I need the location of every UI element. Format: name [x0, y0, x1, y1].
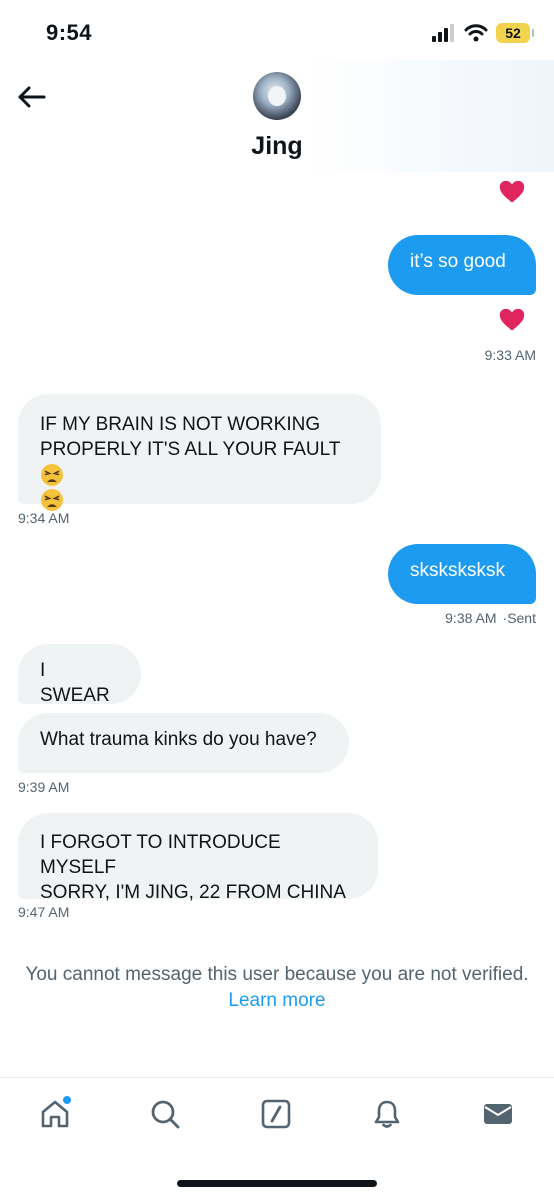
tab-messages[interactable]: [480, 1096, 516, 1132]
mail-icon: [484, 1104, 512, 1124]
message-bubble-sent[interactable]: it’s so good: [388, 235, 536, 295]
cellular-signal-icon: [432, 24, 454, 42]
tab-home[interactable]: [37, 1096, 73, 1132]
status-time: 9:54: [46, 20, 93, 45]
back-button[interactable]: [14, 80, 48, 114]
notification-dot: [63, 1096, 71, 1104]
notice-text: You cannot message this user because you…: [25, 964, 529, 985]
learn-more-link[interactable]: Learn more: [0, 988, 554, 1014]
status-bar: 9:54 52: [0, 0, 554, 60]
back-arrow-icon: [18, 86, 46, 108]
avatar[interactable]: [253, 72, 301, 120]
weary-face-emoji: [41, 463, 63, 486]
tab-notifications[interactable]: [369, 1096, 405, 1132]
message-bubble-received[interactable]: I SWEAR: [18, 644, 141, 706]
message-text-line: I FORGOT TO INTRODUCE MYSELF: [40, 832, 281, 878]
message-bubble-received[interactable]: IF MY BRAIN IS NOT WORKING PROPERLY IT'S…: [18, 394, 381, 511]
message-text-line: SORRY, I'M JING, 22 FROM CHINA: [40, 882, 346, 903]
message-bubble-received[interactable]: I FORGOT TO INTRODUCE MYSELF SORRY, I'M …: [18, 813, 378, 903]
bell-icon: [374, 1100, 400, 1128]
message-status: Sent: [507, 610, 536, 626]
search-icon: [151, 1100, 180, 1129]
message-timestamp: 9:39 AM: [18, 779, 70, 795]
verification-notice: You cannot message this user because you…: [0, 962, 554, 1014]
contact-name[interactable]: Jing: [0, 132, 554, 161]
message-timestamp: 9:33 AM: [484, 347, 536, 363]
home-indicator: [177, 1180, 377, 1187]
weary-face-emoji: [41, 488, 63, 511]
message-timestamp: 9:47 AM: [18, 904, 70, 920]
message-meta: 9:38 AM ·Sent: [445, 610, 536, 626]
heart-icon: [499, 180, 525, 203]
battery-indicator: 52: [496, 23, 534, 43]
message-timestamp: 9:38 AM: [445, 610, 497, 626]
status-icons: 52: [432, 22, 534, 44]
message-timestamp: 9:34 AM: [18, 510, 70, 526]
compose-icon: [261, 1099, 291, 1129]
conversation-header: Jing: [0, 60, 554, 172]
message-list: it’s so good 9:33 AM IF MY BRAIN IS NOT …: [0, 172, 554, 1072]
message-bubble-sent[interactable]: sksksksksk: [388, 544, 536, 604]
wifi-icon: [464, 24, 488, 42]
message-bubble-received[interactable]: What trauma kinks do you have?: [18, 713, 349, 773]
tab-search[interactable]: [147, 1096, 183, 1132]
heart-icon: [499, 308, 525, 331]
message-text: IF MY BRAIN IS NOT WORKING PROPERLY IT'S…: [40, 414, 341, 460]
tab-compose[interactable]: [258, 1096, 294, 1132]
